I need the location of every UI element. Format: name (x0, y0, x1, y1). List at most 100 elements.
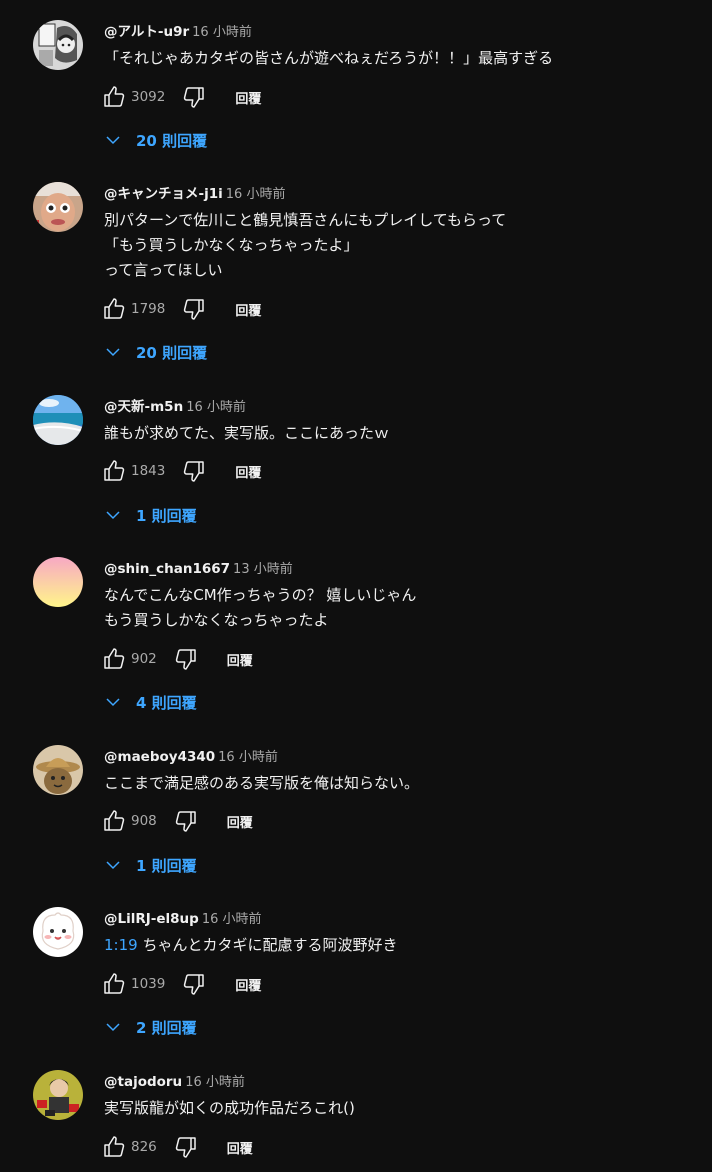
comment-time[interactable]: 16 小時前 (218, 750, 278, 765)
comment-author[interactable]: @maeboy4340 (104, 749, 215, 765)
comment-time[interactable]: 16 小時前 (186, 400, 246, 415)
comment-time[interactable]: 16 小時前 (226, 187, 286, 202)
like-button[interactable] (101, 84, 127, 110)
chevron-down-icon (106, 136, 120, 145)
replies-count: 2 則回覆 (136, 1018, 197, 1037)
like-count: 1798 (131, 301, 166, 317)
comment-time[interactable]: 16 小時前 (192, 25, 252, 40)
replies-count: 1 則回覆 (136, 856, 197, 875)
thumbs-up-icon (104, 1136, 125, 1157)
thumbs-down-icon (175, 811, 196, 832)
avatar[interactable] (33, 395, 83, 445)
view-replies-button[interactable]: 1 則回覆 (104, 850, 197, 880)
thumbs-up-icon (104, 810, 125, 831)
comment-author[interactable]: @キャンチョメ-j1i (104, 186, 223, 202)
comment-actions: 908 回覆 (101, 806, 253, 836)
thumbs-up-icon (104, 973, 125, 994)
thumbs-up-icon (104, 298, 125, 319)
thumbs-down-icon (175, 649, 196, 670)
comment-time[interactable]: 16 小時前 (202, 912, 262, 927)
comment-author[interactable]: @アルト-u9r (104, 24, 189, 40)
comment-line: 実写版龍が如くの成功作品だろこれ() (104, 1099, 355, 1117)
chevron-down-icon (106, 511, 120, 520)
comment-text: 1:19 ちゃんとカタギに配慮する阿波野好き (104, 933, 692, 958)
dislike-button[interactable] (173, 1134, 199, 1160)
comment-line: って言ってほしい (104, 261, 223, 279)
comment-time[interactable]: 16 小時前 (185, 1075, 245, 1090)
view-replies-button[interactable]: 1 則回覆 (104, 500, 197, 530)
like-count: 1843 (131, 463, 166, 479)
comment-actions: 1039 回覆 (101, 969, 261, 999)
like-button[interactable] (101, 458, 127, 484)
avatar[interactable] (33, 745, 83, 795)
view-replies-button[interactable]: 20 則回覆 (104, 125, 207, 155)
comment-line: なんでこんなCM作っちゃうの？ 嬉しいじゃん (104, 586, 417, 604)
comment-actions: 1798 回覆 (101, 294, 261, 324)
thumbs-down-icon (184, 974, 205, 995)
like-count: 902 (131, 651, 157, 667)
like-count: 908 (131, 813, 157, 829)
view-replies-button[interactable]: 20 則回覆 (104, 337, 207, 367)
comment-author[interactable]: @shin_chan1667 (104, 561, 230, 577)
comment-actions: 826 回覆 (101, 1132, 253, 1162)
avatar[interactable] (33, 20, 83, 70)
like-button[interactable] (101, 1134, 127, 1160)
thumbs-down-icon (184, 461, 205, 482)
comment-time[interactable]: 13 小時前 (233, 562, 293, 577)
like-button[interactable] (101, 808, 127, 834)
reply-button[interactable]: 回覆 (235, 300, 261, 319)
video-timestamp-link[interactable]: 1:19 (104, 936, 138, 954)
beach-avatar-icon (33, 395, 83, 445)
thumbs-down-icon (175, 1137, 196, 1158)
comment-author[interactable]: @LilRJ-el8up (104, 911, 199, 927)
chevron-down-icon (106, 861, 120, 870)
thumbs-up-icon (104, 86, 125, 107)
like-count: 826 (131, 1139, 157, 1155)
gradient-avatar-icon (33, 557, 83, 607)
dislike-button[interactable] (181, 458, 207, 484)
chevron-down-icon (106, 1023, 120, 1032)
view-replies-button[interactable]: 4 則回覆 (104, 687, 197, 717)
hat-avatar-icon (33, 745, 83, 795)
chevron-down-icon (106, 698, 120, 707)
reply-button[interactable]: 回覆 (227, 812, 253, 831)
character-avatar-icon (33, 1070, 83, 1120)
manga-avatar-icon (33, 20, 83, 70)
comment-author[interactable]: @天新-m5n (104, 399, 183, 415)
dislike-button[interactable] (181, 296, 207, 322)
dislike-button[interactable] (181, 971, 207, 997)
comment-line-text: ちゃんとカタギに配慮する阿波野好き (137, 936, 398, 954)
comment-author[interactable]: @tajodoru (104, 1074, 182, 1090)
like-count: 3092 (131, 89, 166, 105)
avatar[interactable] (33, 182, 83, 232)
reply-button[interactable]: 回覆 (235, 462, 261, 481)
comment-line: 1:19 ちゃんとカタギに配慮する阿波野好き (104, 933, 692, 958)
reply-button[interactable]: 回覆 (227, 650, 253, 669)
reply-button[interactable]: 回覆 (235, 88, 261, 107)
like-button[interactable] (101, 646, 127, 672)
reply-button[interactable]: 回覆 (235, 975, 261, 994)
like-button[interactable] (101, 971, 127, 997)
comment-text: なんでこんなCM作っちゃうの？ 嬉しいじゃん もう買うしかなくなっちゃったよ (104, 583, 692, 633)
like-button[interactable] (101, 296, 127, 322)
comments-section: @アルト-u9r 16 小時前 「それじゃあカタギの皆さんが遊べねぇだろうが！！」… (0, 0, 712, 1172)
dislike-button[interactable] (181, 84, 207, 110)
comment-line: 誰もが求めてた、実写版。ここにあったｗ (104, 424, 390, 442)
comment-text: 実写版龍が如くの成功作品だろこれ() (104, 1096, 692, 1121)
comment-text: 誰もが求めてた、実写版。ここにあったｗ (104, 421, 692, 446)
dislike-button[interactable] (173, 808, 199, 834)
comment-actions: 902 回覆 (101, 644, 253, 674)
avatar[interactable] (33, 557, 83, 607)
comment-text: ここまで満足感のある実写版を俺は知らない。 (104, 771, 692, 796)
comment-line: もう買うしかなくなっちゃったよ (104, 611, 329, 629)
replies-count: 20 則回覆 (136, 131, 208, 150)
chevron-down-icon (106, 348, 120, 357)
avatar[interactable] (33, 907, 83, 957)
replies-count: 4 則回覆 (136, 693, 197, 712)
reply-button[interactable]: 回覆 (227, 1138, 253, 1157)
avatar[interactable] (33, 1070, 83, 1120)
dislike-button[interactable] (173, 646, 199, 672)
like-count: 1039 (131, 976, 166, 992)
view-replies-button[interactable]: 2 則回覆 (104, 1012, 197, 1042)
replies-count: 1 則回覆 (136, 506, 197, 525)
